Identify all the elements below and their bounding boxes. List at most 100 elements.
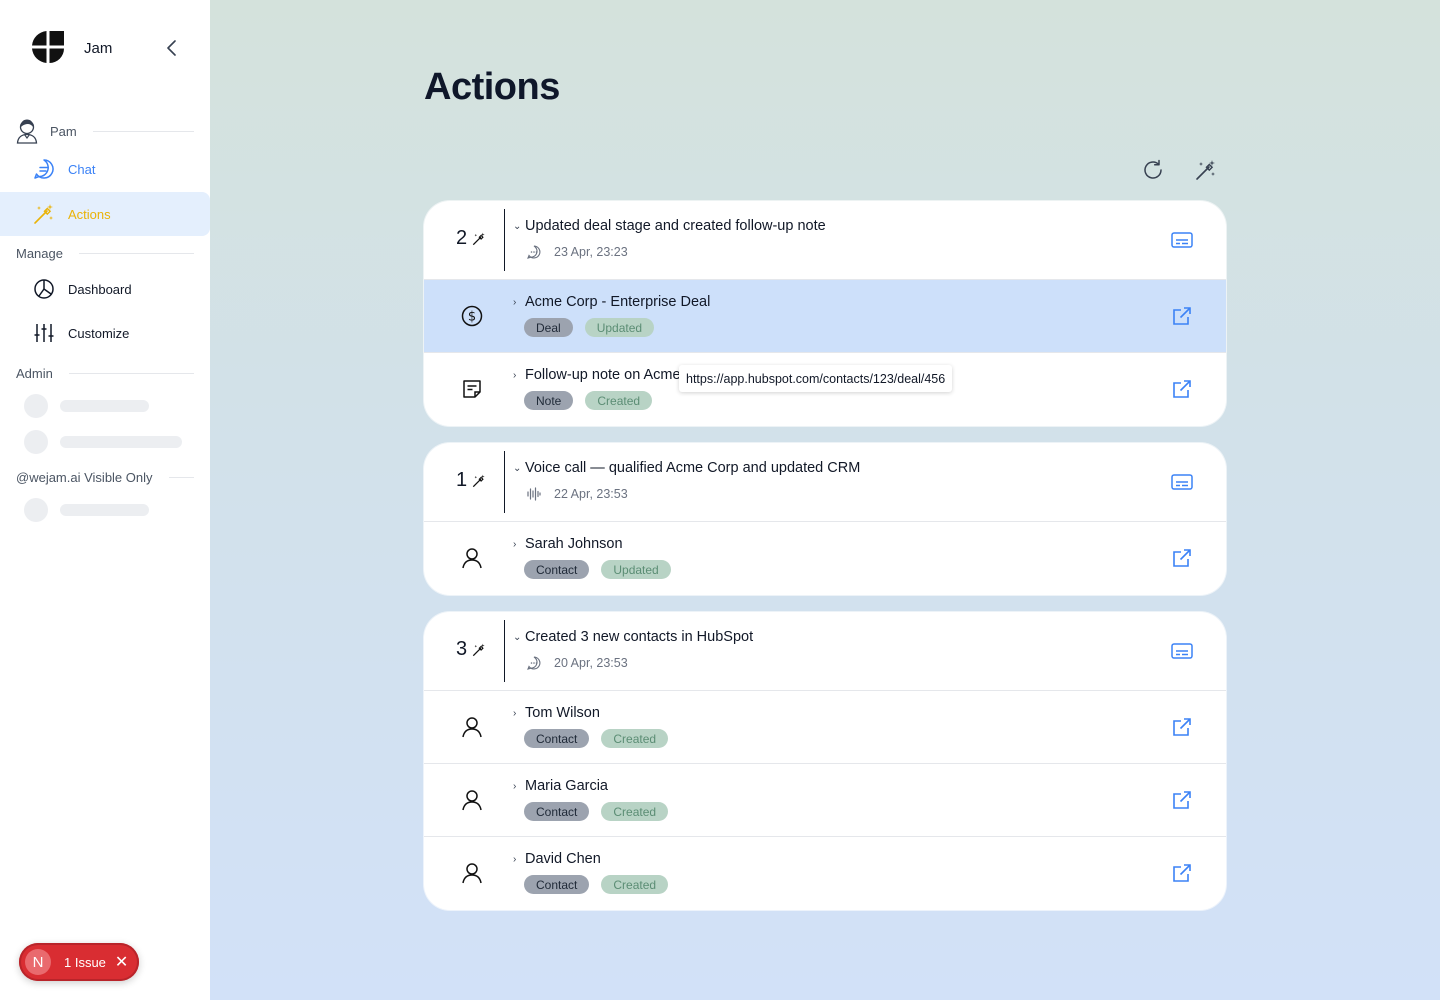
magic-wand-icon (472, 232, 486, 246)
action-group-header[interactable]: 1 ⌄ Voice call — qualified Acme Corp and … (424, 443, 1226, 522)
status-badge: Created (601, 729, 669, 748)
sidebar-item-label: Chat (68, 161, 96, 177)
chevron-right-icon: › (513, 780, 517, 792)
action-item-tags: Contact Updated (524, 560, 683, 579)
open-external-button[interactable] (1170, 715, 1194, 739)
type-badge: Deal (524, 318, 573, 337)
page-title: Actions (424, 66, 560, 108)
chat-icon (33, 158, 55, 180)
pie-chart-icon (33, 278, 55, 300)
action-group-header[interactable]: 2 ⌄ Updated deal stage and created follow… (424, 201, 1226, 280)
chevron-left-icon (167, 40, 176, 56)
sidebar: Jam Pam Chat Actions Manage Dashboard Cu… (0, 0, 210, 1000)
action-item[interactable]: › Tom Wilson Contact Created (424, 691, 1226, 764)
action-group-title[interactable]: ⌄ Voice call — qualified Acme Corp and up… (513, 460, 860, 476)
person-icon (460, 546, 484, 570)
close-icon[interactable]: ✕ (115, 952, 128, 972)
open-external-button[interactable] (1170, 861, 1194, 885)
divider (504, 620, 505, 682)
issue-count-label: 1 Issue (64, 954, 106, 970)
external-link-icon (1173, 307, 1191, 325)
status-badge: Updated (601, 560, 671, 579)
timestamp: 22 Apr, 23:53 (554, 487, 628, 501)
brand-logo[interactable] (32, 31, 64, 63)
sidebar-item-label: Actions (68, 206, 111, 222)
open-external-button[interactable] (1170, 546, 1194, 570)
external-link-icon (1173, 549, 1191, 567)
timestamp: 20 Apr, 23:53 (554, 656, 628, 670)
action-item-title[interactable]: › David Chen (513, 851, 601, 867)
timestamp: 23 Apr, 23:23 (554, 245, 628, 259)
action-item-title[interactable]: › Maria Garcia (513, 778, 608, 794)
type-badge: Note (524, 391, 574, 410)
status-badge: Created (601, 802, 669, 821)
sidebar-item-dashboard[interactable]: Dashboard (0, 267, 210, 311)
action-group-meta: 23 Apr, 23:23 (526, 244, 628, 260)
sidebar-item-actions[interactable]: Actions (0, 192, 210, 236)
view-transcript-button[interactable] (1170, 639, 1194, 663)
magic-wand-icon (33, 203, 55, 225)
sidebar-item-chat[interactable]: Chat (0, 147, 210, 191)
action-item-title[interactable]: › Sarah Johnson (513, 536, 623, 552)
external-link-icon (1173, 380, 1191, 398)
refresh-icon (1144, 159, 1162, 179)
note-icon (460, 377, 484, 401)
divider (504, 451, 505, 513)
action-group: 2 ⌄ Updated deal stage and created follow… (424, 201, 1226, 426)
external-link-icon (1173, 718, 1191, 736)
action-count: 1 (456, 469, 486, 492)
magic-wand-icon (472, 643, 486, 657)
action-group-header[interactable]: 3 ⌄ Created 3 new contacts in HubSpot 20 … (424, 612, 1226, 691)
section-heading: @wejam.ai Visible Only (16, 470, 153, 485)
transcript-icon (1171, 232, 1193, 248)
loading-skeleton (24, 430, 182, 454)
open-external-button[interactable] (1170, 304, 1194, 328)
view-transcript-button[interactable] (1170, 470, 1194, 494)
auto-actions-button[interactable] (1194, 158, 1218, 182)
url-tooltip: https://app.hubspot.com/contacts/123/dea… (679, 365, 953, 392)
open-external-button[interactable] (1170, 377, 1194, 401)
chevron-right-icon: › (513, 296, 517, 308)
type-badge: Contact (524, 729, 590, 748)
sidebar-item-label: Dashboard (68, 281, 132, 297)
collapse-sidebar-button[interactable] (160, 36, 184, 60)
chevron-right-icon: › (513, 853, 517, 865)
magic-wand-icon (472, 474, 486, 488)
external-link-icon (1173, 791, 1191, 809)
section-heading: Manage (16, 246, 63, 261)
user-name: Pam (50, 123, 77, 139)
action-group-title[interactable]: ⌄ Updated deal stage and created follow-u… (513, 218, 826, 234)
action-item[interactable]: › Maria Garcia Contact Created (424, 764, 1226, 837)
chevron-right-icon: › (513, 369, 517, 381)
action-item[interactable]: $ › Acme Corp - Enterprise Deal Deal Upda… (424, 280, 1226, 353)
action-item-title[interactable]: › Follow-up note on Acme (513, 367, 681, 383)
action-group-meta: 20 Apr, 23:53 (526, 655, 628, 671)
person-icon (460, 861, 484, 885)
status-badge: Created (585, 391, 653, 410)
issue-badge-letter: N (25, 949, 51, 975)
open-external-button[interactable] (1170, 788, 1194, 812)
issues-badge[interactable]: N 1 Issue ✕ (19, 943, 139, 981)
jam-logo-icon (32, 31, 64, 63)
user-section: Pam (16, 118, 194, 144)
view-transcript-button[interactable] (1170, 228, 1194, 252)
magic-wand-icon (1196, 160, 1215, 180)
action-group-meta: 22 Apr, 23:53 (526, 486, 628, 502)
svg-text:$: $ (468, 310, 476, 325)
action-count: 2 (456, 227, 486, 250)
action-item[interactable]: › Sarah Johnson Contact Updated (424, 522, 1226, 595)
sidebar-item-label: Customize (68, 325, 130, 341)
action-item-title[interactable]: › Tom Wilson (513, 705, 600, 721)
sidebar-item-customize[interactable]: Customize (0, 311, 210, 355)
person-icon (460, 788, 484, 812)
chevron-right-icon: › (513, 707, 517, 719)
action-group-title[interactable]: ⌄ Created 3 new contacts in HubSpot (513, 629, 753, 645)
dollar-circle-icon: $ (460, 304, 484, 328)
action-item-title[interactable]: › Acme Corp - Enterprise Deal (513, 294, 710, 310)
divider (504, 209, 505, 271)
action-item[interactable]: › David Chen Contact Created (424, 837, 1226, 910)
refresh-button[interactable] (1141, 158, 1165, 182)
type-badge: Contact (524, 560, 590, 579)
app-name: Jam (84, 40, 113, 57)
action-item-tags: Contact Created (524, 729, 680, 748)
